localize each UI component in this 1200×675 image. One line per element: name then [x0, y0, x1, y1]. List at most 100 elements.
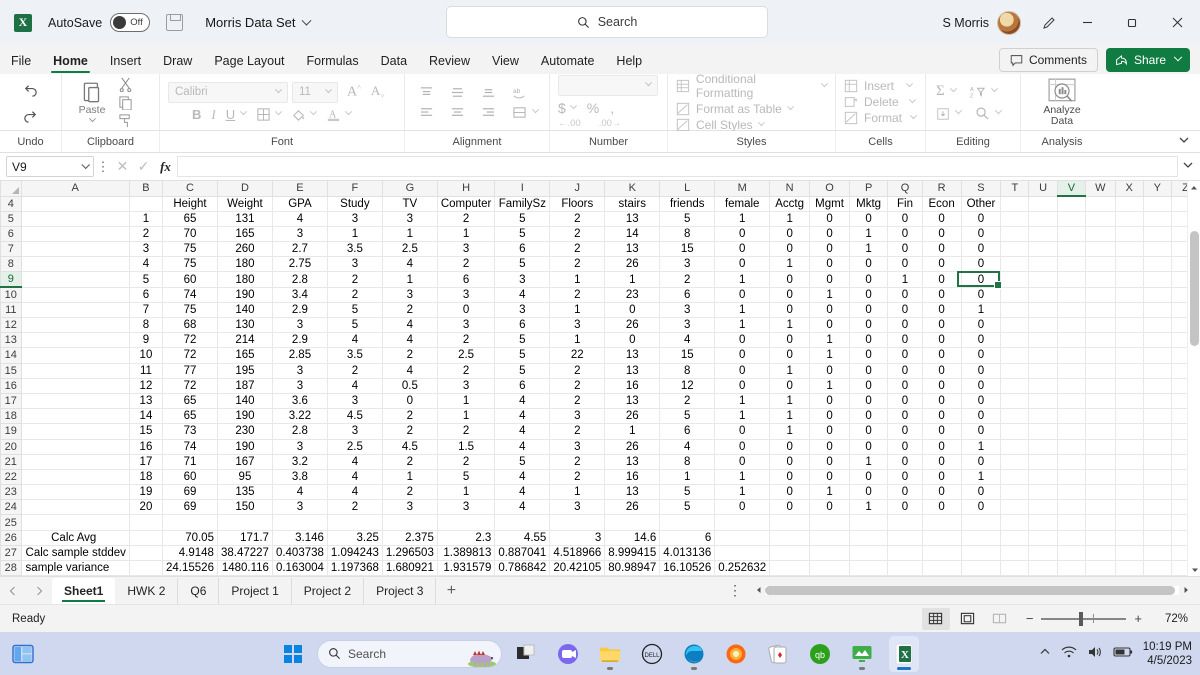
table-row[interactable]: 18 14 65 190 3.22 4.5 2 1 4 3 26 5 1 1 0 0 0 0 0 — [0, 408, 1200, 425]
cell-I19[interactable]: 4 — [494, 423, 551, 440]
cell-Q17[interactable]: 0 — [887, 393, 923, 410]
column-header-c[interactable]: C — [162, 181, 218, 197]
copy-button[interactable] — [118, 95, 133, 110]
cell-Y6[interactable] — [1143, 226, 1172, 243]
format-cells-chevron-down-icon[interactable] — [909, 111, 918, 119]
cell-P12[interactable]: 0 — [849, 317, 889, 334]
cell-L14[interactable]: 15 — [659, 347, 716, 364]
cell-B4[interactable] — [129, 196, 164, 212]
insert-cells-chevron-down-icon[interactable] — [905, 79, 914, 87]
cell-N25[interactable] — [769, 514, 811, 531]
cell-R10[interactable]: 0 — [922, 287, 962, 303]
scroll-up-button[interactable] — [1188, 181, 1200, 194]
cell-I26[interactable]: 4.55 — [494, 530, 551, 546]
cell-L28[interactable]: 16.10526 — [659, 560, 716, 576]
cell-E27[interactable]: 0.403738 — [272, 545, 328, 562]
cell-J28[interactable]: 20.42105 — [549, 560, 606, 576]
cell-K16[interactable]: 16 — [604, 378, 661, 394]
cell-D7[interactable]: 260 — [217, 241, 273, 258]
align-bottom-button[interactable] — [481, 86, 496, 99]
cell-N19[interactable]: 1 — [769, 423, 811, 440]
cell-Q24[interactable]: 0 — [887, 499, 923, 516]
cell-Q16[interactable]: 0 — [887, 378, 923, 394]
row-header-23[interactable]: 23 — [0, 484, 22, 501]
cell-Q4[interactable]: Fin — [887, 196, 923, 212]
autosum-chevron-down-icon[interactable] — [949, 85, 957, 93]
cell-G6[interactable]: 1 — [382, 226, 438, 243]
document-title-chevron-down-icon[interactable] — [301, 15, 311, 30]
cell-E5[interactable]: 4 — [272, 211, 328, 227]
cell-I16[interactable]: 6 — [494, 378, 551, 394]
cell-R24[interactable]: 0 — [922, 499, 962, 516]
cell-F26[interactable]: 3.25 — [327, 530, 383, 546]
share-button[interactable]: Share — [1105, 48, 1190, 72]
cell-C15[interactable]: 77 — [162, 363, 218, 379]
cell-C25[interactable] — [162, 514, 218, 531]
cell-M5[interactable]: 1 — [714, 211, 771, 227]
cell-D13[interactable]: 214 — [217, 332, 273, 349]
font-size-combobox[interactable]: 11 — [292, 81, 338, 103]
cell-W13[interactable] — [1085, 332, 1116, 349]
autosum-button[interactable]: Σ — [936, 83, 945, 100]
cell-S14[interactable]: 0 — [961, 347, 1002, 364]
table-row[interactable]: 24 20 69 150 3 2 3 3 4 3 26 5 0 0 0 1 0 0 0 — [0, 499, 1200, 516]
cell-R27[interactable] — [922, 545, 962, 562]
cell-K8[interactable]: 26 — [604, 256, 661, 273]
cell-B8[interactable]: 4 — [129, 256, 164, 273]
cell-J26[interactable]: 3 — [549, 530, 606, 546]
column-header-r[interactable]: R — [921, 181, 962, 197]
column-header-j[interactable]: J — [549, 181, 606, 197]
taskbar-app-edge[interactable] — [679, 636, 709, 672]
cell-W28[interactable] — [1085, 560, 1116, 576]
fill-color-button[interactable] — [291, 107, 306, 122]
cell-N6[interactable]: 0 — [769, 226, 811, 243]
table-row[interactable]: 7 3 75 260 2.7 3.5 2.5 3 6 2 13 15 0 0 0 1 0 0 0 — [0, 241, 1200, 258]
align-right-button[interactable] — [481, 106, 496, 119]
cell-X6[interactable] — [1115, 226, 1144, 243]
italic-button[interactable]: I — [211, 107, 215, 123]
cell-Y10[interactable] — [1143, 287, 1172, 303]
cell-O28[interactable] — [809, 560, 850, 576]
column-header-f[interactable]: F — [326, 181, 383, 197]
cell-C6[interactable]: 70 — [162, 226, 218, 243]
cell-O24[interactable]: 0 — [809, 499, 850, 516]
cell-S13[interactable]: 0 — [961, 332, 1002, 349]
volume-icon[interactable] — [1087, 645, 1103, 662]
cell-Y14[interactable] — [1143, 347, 1172, 364]
cell-T27[interactable] — [1000, 545, 1030, 562]
cell-I23[interactable]: 4 — [494, 484, 551, 501]
cell-R19[interactable]: 0 — [922, 423, 962, 440]
cell-I4[interactable]: FamilySz — [494, 196, 551, 212]
column-header-l[interactable]: L — [659, 181, 716, 197]
cell-M24[interactable]: 0 — [714, 499, 771, 516]
cell-J13[interactable]: 1 — [549, 332, 606, 349]
taskbar-app-solitaire[interactable] — [763, 636, 793, 672]
cell-S16[interactable]: 0 — [961, 378, 1002, 394]
table-row[interactable]: 9 5 60 180 2.8 2 1 6 3 1 1 2 1 0 0 0 1 0 0 — [0, 271, 1200, 289]
cell-A22[interactable] — [21, 469, 130, 486]
cell-G28[interactable]: 1.680921 — [382, 560, 438, 576]
cell-B9[interactable]: 5 — [129, 271, 164, 288]
cell-P9[interactable]: 0 — [849, 271, 889, 288]
collapse-ribbon-button[interactable] — [1178, 134, 1190, 149]
scroll-right-button[interactable] — [1179, 586, 1192, 596]
cell-Y18[interactable] — [1143, 408, 1172, 425]
cell-J23[interactable]: 1 — [549, 484, 606, 501]
cell-M16[interactable]: 0 — [714, 378, 771, 394]
cell-P15[interactable]: 0 — [849, 363, 889, 379]
cell-W17[interactable] — [1085, 393, 1116, 410]
normal-view-button[interactable] — [921, 607, 950, 630]
cell-K21[interactable]: 13 — [604, 454, 661, 470]
taskbar-clock[interactable]: 10:19 PM 4/5/2023 — [1143, 640, 1192, 668]
cell-L23[interactable]: 5 — [659, 484, 716, 501]
decrease-font-size-button[interactable]: A˅ — [371, 83, 385, 101]
column-header-o[interactable]: O — [809, 181, 850, 197]
cell-Q5[interactable]: 0 — [887, 211, 923, 227]
cell-Y12[interactable] — [1143, 317, 1172, 334]
cell-F19[interactable]: 3 — [327, 423, 383, 440]
cell-B26[interactable] — [129, 530, 164, 546]
cell-A8[interactable] — [21, 256, 130, 273]
cell-O20[interactable]: 0 — [809, 439, 850, 455]
accounting-format-button[interactable]: $ — [558, 100, 566, 116]
cell-E25[interactable] — [272, 514, 328, 531]
